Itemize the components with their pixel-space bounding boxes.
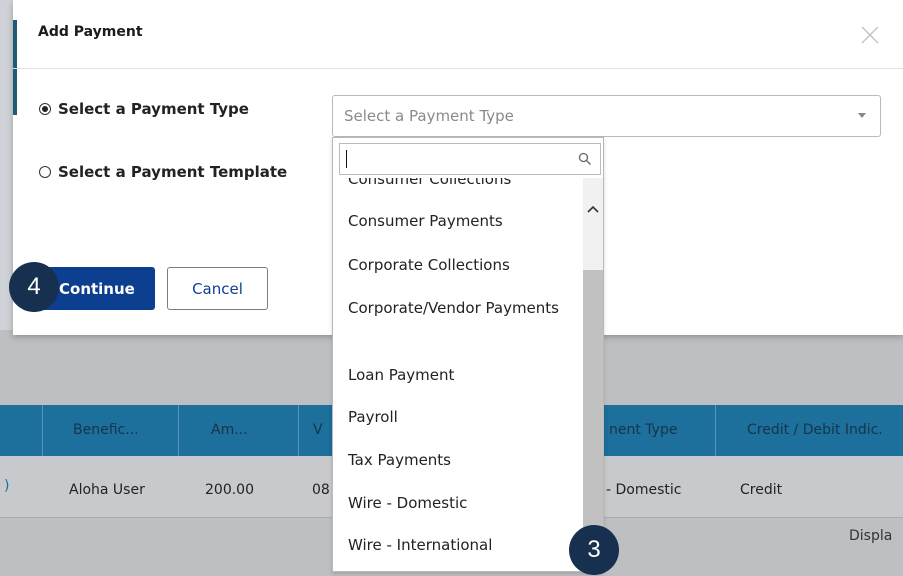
step-badge-3: 3 [569,525,619,575]
cell-beneficiary: Aloha User [69,482,145,498]
cell-amount: 200.00 [205,482,254,498]
radio-payment-type[interactable]: Select a Payment Type [39,100,249,118]
dropdown-option[interactable]: Payroll [348,407,573,428]
column-header-credit-debit[interactable]: Credit / Debit Indic. [747,405,883,456]
dropdown-option[interactable]: Corporate/Vendor Payments [348,298,573,319]
column-divider [42,405,43,456]
dropdown-option[interactable]: Corporate Collections [348,255,573,276]
column-header-payment-type[interactable]: nent Type [609,405,677,456]
column-divider [298,405,299,456]
row-link-fragment: ) [4,478,10,494]
text-cursor [346,150,347,168]
column-header-value-date[interactable]: V [313,405,323,456]
column-divider [715,405,716,456]
close-icon[interactable] [859,24,881,46]
radio-payment-type-label: Select a Payment Type [58,100,249,118]
dropdown-option[interactable]: Consumer Payments [348,211,573,232]
chevron-up-icon[interactable] [587,205,599,213]
search-icon [578,152,591,165]
modal-header: Add Payment [13,0,903,69]
column-divider [178,405,179,456]
dropdown-option[interactable]: Wire - International [348,535,573,556]
dropdown-option[interactable]: Wire - Domestic [348,493,573,514]
cell-value-date: 08 [312,482,330,498]
modal-title: Add Payment [38,24,143,40]
dropdown-option[interactable]: Loan Payment [348,365,573,386]
cell-credit-debit: Credit [740,482,783,498]
radio-payment-template-label: Select a Payment Template [58,163,288,181]
cancel-button[interactable]: Cancel [167,267,268,310]
radio-selected-icon[interactable] [39,103,51,115]
cell-payment-type: - Domestic [606,482,682,498]
dropdown-search-input[interactable] [339,143,601,175]
radio-unselected-icon[interactable] [39,166,51,178]
column-header-amount[interactable]: Am... [211,405,248,456]
dropdown-option[interactable]: Consumer Collections [348,178,511,188]
dropdown-scrollbar[interactable] [583,178,603,571]
payment-type-select[interactable]: Select a Payment Type [332,95,881,137]
dropdown-option[interactable]: Tax Payments [348,450,573,471]
column-header-beneficiary[interactable]: Benefic... [73,405,139,456]
pagination-display-text: Displa [849,528,893,544]
select-placeholder: Select a Payment Type [344,107,514,125]
payment-type-dropdown: Consumer Collections Consumer Payments C… [332,137,604,572]
caret-down-icon[interactable] [858,113,866,118]
radio-payment-template[interactable]: Select a Payment Template [39,163,287,181]
step-badge-4: 4 [9,262,59,312]
dropdown-options-list: Consumer Collections Consumer Payments C… [333,178,583,571]
